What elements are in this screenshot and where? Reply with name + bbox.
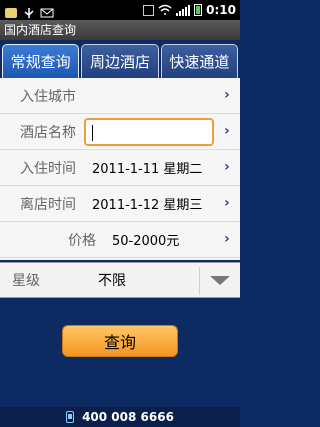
- mail-icon: [40, 4, 54, 18]
- chevron-right-icon: ›: [224, 123, 230, 139]
- chevron-right-icon: ›: [224, 231, 230, 247]
- hotel-name-row: 酒店名称 ›: [0, 114, 240, 150]
- star-level-label: 星级: [12, 273, 40, 289]
- checkout-row[interactable]: 离店时间 2011-1-12 星期三 ›: [0, 186, 240, 222]
- phone-icon: [66, 411, 75, 423]
- checkout-label: 离店时间: [20, 196, 76, 213]
- hotline-footer[interactable]: 400 008 6666: [0, 407, 240, 427]
- status-bar: 0:10: [0, 0, 240, 20]
- city-label: 入住城市: [20, 88, 76, 105]
- window-title: 国内酒店查询: [0, 20, 240, 40]
- chevron-right-icon: ›: [224, 87, 230, 103]
- star-level-select[interactable]: 星级 不限: [0, 262, 240, 298]
- tab-nearby-hotels[interactable]: 周边酒店: [81, 44, 159, 78]
- hotline-number: 400 008 6666: [82, 410, 174, 424]
- battery-icon: [194, 4, 203, 16]
- checkout-value: 2011-1-12 星期三: [92, 198, 203, 213]
- tab-bar: 常规查询 周边酒店 快速通道: [0, 40, 240, 78]
- status-time: 0:10: [206, 3, 236, 17]
- checkin-row[interactable]: 入住时间 2011-1-11 星期二 ›: [0, 150, 240, 186]
- price-value: 50-2000元: [112, 234, 180, 249]
- hotel-name-label: 酒店名称: [20, 124, 76, 141]
- price-label: 价格: [68, 232, 96, 249]
- tab-fast-channel[interactable]: 快速通道: [160, 44, 238, 78]
- signal-icon: [176, 4, 191, 16]
- tab-regular-search[interactable]: 常规查询: [2, 44, 80, 78]
- usb-icon: [22, 4, 36, 18]
- city-row[interactable]: 入住城市 ›: [0, 78, 240, 114]
- hotel-name-input[interactable]: [84, 117, 214, 146]
- divider: [199, 267, 200, 295]
- vibrate-icon: [143, 4, 155, 16]
- search-form: 入住城市 › 酒店名称 › 入住时间 2011-1-11 星期二 › 离店时间 …: [0, 78, 240, 260]
- price-row[interactable]: 价格 50-2000元 ›: [0, 222, 240, 258]
- checkin-label: 入住时间: [20, 160, 76, 177]
- chevron-right-icon: ›: [224, 159, 230, 175]
- notification-icon: [4, 4, 18, 18]
- star-level-value: 不限: [98, 273, 126, 289]
- chevron-right-icon: ›: [224, 195, 230, 211]
- wifi-icon: [158, 4, 172, 16]
- chevron-down-icon[interactable]: [210, 276, 230, 285]
- checkin-value: 2011-1-11 星期二: [92, 162, 203, 177]
- search-button[interactable]: 查询: [62, 325, 178, 357]
